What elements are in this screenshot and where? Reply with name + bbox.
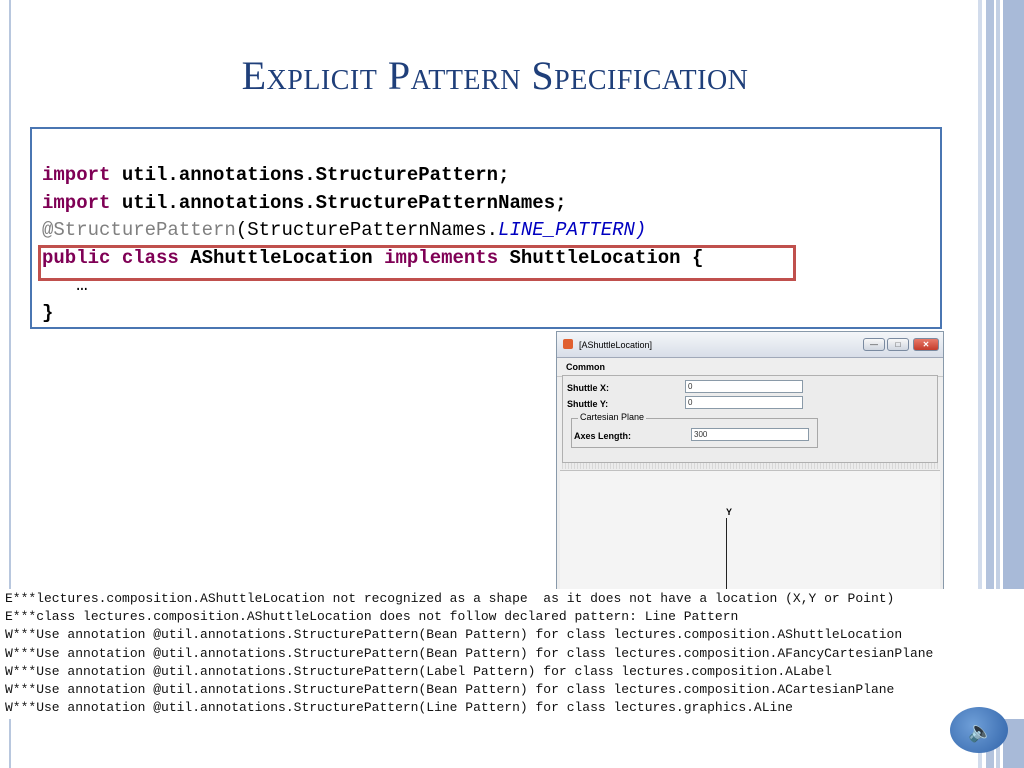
speaker-icon: 🔈 [968, 721, 993, 743]
code-box: import util.annotations.StructurePattern… [30, 127, 942, 329]
console-output: E***lectures.composition.AShuttleLocatio… [2, 589, 1024, 719]
y-axis-label: Y [726, 507, 733, 517]
keyword: import [42, 191, 111, 214]
console-line: W***Use annotation @util.annotations.Str… [5, 645, 934, 661]
window-titlebar[interactable]: [AShuttleLocation] — □ ✕ [557, 332, 943, 358]
audio-button[interactable]: 🔈 [950, 707, 1008, 753]
close-button[interactable]: ✕ [913, 338, 939, 351]
console-line: W***Use annotation @util.annotations.Str… [5, 663, 832, 679]
code-text: ) [634, 219, 647, 241]
code-text: (StructurePatternNames. [235, 219, 499, 241]
code-text: util.annotations.StructurePatternNames; [110, 191, 567, 214]
highlight-box [38, 245, 796, 281]
slide-title: Explicit Pattern Specification [241, 53, 749, 98]
code-line-3: @StructurePattern(StructurePatternNames.… [42, 219, 646, 241]
constant-name: LINE_PATTERN [498, 219, 635, 241]
axes-length-label: Axes Length: [574, 431, 632, 441]
shuttle-y-label: Shuttle Y: [567, 399, 609, 409]
minimize-button[interactable]: — [863, 338, 885, 351]
shuttle-y-field[interactable]: 0 [685, 396, 803, 409]
console-line: W***Use annotation @util.annotations.Str… [5, 627, 903, 643]
cartesian-plane-group: Cartesian Plane Axes Length: 300 [571, 412, 818, 448]
console-line: W***Use annotation @util.annotations.Str… [5, 682, 895, 698]
annotation-name: @StructurePattern [42, 219, 236, 241]
code-line-1: import util.annotations.StructurePattern… [42, 164, 510, 186]
console-line: E***class lectures.composition.AShuttleL… [5, 609, 739, 625]
java-cup-icon [563, 339, 573, 349]
code-text: util.annotations.StructurePattern; [110, 164, 510, 186]
splitter-handle[interactable] [562, 463, 938, 469]
property-form: Shuttle X: 0 Shuttle Y: 0 Cartesian Plan… [562, 375, 938, 463]
axes-length-field[interactable]: 300 [691, 428, 809, 441]
object-editor-window: [AShuttleLocation] — □ ✕ Common Shuttle … [556, 331, 944, 601]
maximize-button[interactable]: □ [887, 338, 909, 351]
console-line: E***lectures.composition.AShuttleLocatio… [5, 591, 895, 606]
drawing-canvas[interactable]: Y [560, 470, 940, 600]
window-title: [AShuttleLocation] [579, 340, 653, 350]
shuttle-x-field[interactable]: 0 [685, 380, 803, 393]
group-title: Cartesian Plane [578, 412, 647, 422]
console-line: W***Use annotation @util.annotations.Str… [5, 700, 793, 716]
shuttle-x-label: Shuttle X: [567, 383, 609, 393]
code-line-2: import util.annotations.StructurePattern… [42, 192, 567, 214]
keyword: import [42, 164, 111, 186]
code-line-6: } [42, 301, 54, 324]
